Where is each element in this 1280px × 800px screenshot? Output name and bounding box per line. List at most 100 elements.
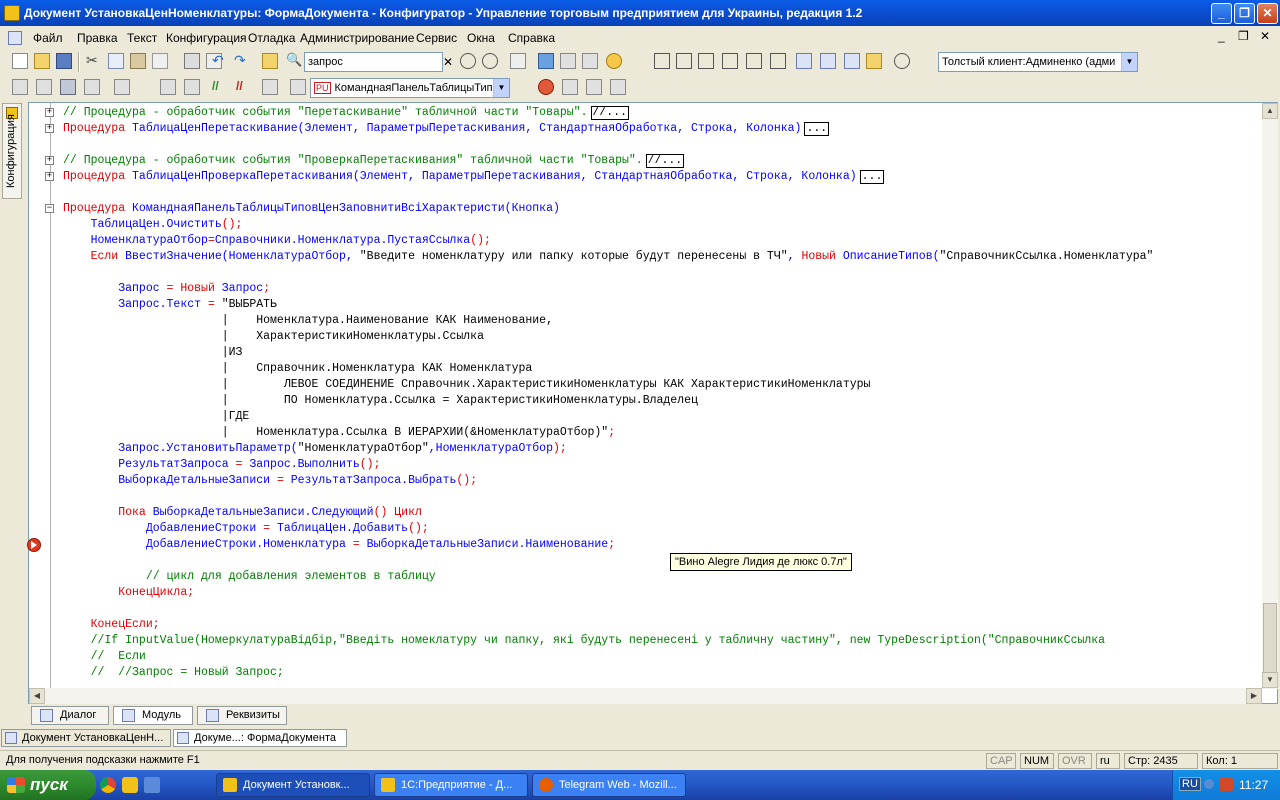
comment-icon[interactable]: //: [212, 79, 228, 95]
paste-icon[interactable]: [130, 53, 146, 69]
object-icon[interactable]: [84, 79, 100, 95]
delete-icon[interactable]: [152, 53, 168, 69]
scroll-down-icon[interactable]: ▼: [1262, 672, 1278, 688]
syntax-check-icon[interactable]: [538, 53, 554, 69]
collapse-icon[interactable]: −: [45, 204, 54, 213]
menu-configuration[interactable]: Конфигурация: [166, 31, 247, 45]
code-line[interactable]: КонецЕсли;: [63, 617, 160, 633]
menu-windows[interactable]: Окна: [467, 31, 495, 45]
mdi-minimize-button[interactable]: _: [1218, 29, 1225, 43]
indent-icon[interactable]: [746, 53, 762, 69]
module-structure-icon[interactable]: [582, 53, 598, 69]
start-button[interactable]: пуск: [0, 770, 96, 800]
vertical-scrollbar[interactable]: [1262, 103, 1278, 689]
redo-icon[interactable]: ↷: [234, 53, 250, 69]
search-clear-icon[interactable]: ✕: [441, 52, 455, 72]
code-line[interactable]: НоменклатураОтбор=Справочники.Номенклату…: [63, 233, 491, 249]
mdi-restore-button[interactable]: ❐: [1238, 29, 1249, 43]
move-block-icon[interactable]: [698, 53, 714, 69]
breakpoint-icon[interactable]: [538, 79, 554, 95]
find-next-icon[interactable]: [482, 53, 498, 69]
settings-icon[interactable]: [866, 53, 882, 69]
expand-icon[interactable]: +: [45, 124, 54, 133]
code-line[interactable]: Процедура ТаблицаЦенПроверкаПеретаскиван…: [63, 169, 885, 185]
info-icon[interactable]: [606, 53, 622, 69]
breakpoint-current-line-icon[interactable]: [27, 538, 41, 552]
wizard-icon[interactable]: [262, 79, 278, 95]
outdent-icon[interactable]: [770, 53, 786, 69]
search-input[interactable]: запрос: [304, 52, 443, 72]
expand-icon[interactable]: +: [45, 108, 54, 117]
code-line[interactable]: // //Запрос = Новый Запрос;: [63, 665, 284, 681]
format-icon[interactable]: [160, 79, 176, 95]
language-indicator[interactable]: RU: [1179, 777, 1201, 791]
vertical-scroll-thumb[interactable]: [1263, 603, 1277, 673]
code-line[interactable]: // Если: [63, 649, 146, 665]
debug-continue-icon[interactable]: [586, 79, 602, 95]
scroll-right-icon[interactable]: ▶: [1246, 688, 1262, 704]
code-line[interactable]: //If InputValue(НомеркулатураВідбір,"Вве…: [63, 633, 1105, 649]
timer-icon[interactable]: [894, 53, 910, 69]
task-firefox[interactable]: Telegram Web - Mozill...: [532, 773, 686, 797]
open-folder-icon[interactable]: [34, 53, 50, 69]
block-end-icon[interactable]: [676, 53, 692, 69]
expand-icon[interactable]: +: [45, 172, 54, 181]
chevron-down-icon[interactable]: ▼: [1121, 53, 1137, 71]
code-line[interactable]: | Номенклатура.Наименование КАК Наименов…: [63, 313, 553, 329]
uncomment-icon[interactable]: //: [236, 79, 252, 95]
code-line[interactable]: | Справочник.Номенклатура КАК Номенклату…: [63, 361, 533, 377]
show-desktop-icon[interactable]: [144, 777, 160, 793]
code-line[interactable]: // Процедура - обработчик события "Перет…: [63, 105, 630, 121]
code-line[interactable]: ВыборкаДетальныеЗаписи = РезультатЗапрос…: [63, 473, 477, 489]
find-in-files-icon[interactable]: [262, 53, 278, 69]
form-icon[interactable]: [36, 79, 52, 95]
menu-help[interactable]: Справка: [508, 31, 555, 45]
braces-icon[interactable]: [722, 53, 738, 69]
code-line[interactable]: | ХарактеристикиНоменклатуры.Ссылка: [63, 329, 484, 345]
code-line[interactable]: Запрос = Новый Запрос;: [63, 281, 270, 297]
undo-icon[interactable]: ↶: [212, 53, 228, 69]
maximize-button[interactable]: ❐: [1234, 3, 1255, 24]
new-file-icon[interactable]: [12, 53, 28, 69]
tab-attributes[interactable]: Реквизиты: [197, 706, 287, 725]
code-line[interactable]: |ГДЕ: [63, 409, 250, 425]
window-tab-form[interactable]: Докуме...: ФормаДокумента: [173, 729, 347, 747]
tab-dialog[interactable]: Диалог: [31, 706, 109, 725]
menu-administration[interactable]: Администрирование: [300, 31, 414, 45]
window-icon[interactable]: [796, 53, 812, 69]
expand-icon[interactable]: +: [45, 156, 54, 165]
menu-service[interactable]: Сервис: [416, 31, 457, 45]
menu-debug[interactable]: Отладка: [248, 31, 295, 45]
task-enterprise[interactable]: 1С:Предприятие - Д...: [374, 773, 528, 797]
window-tab-document[interactable]: Документ УстановкаЦенН...: [1, 729, 171, 747]
code-line[interactable]: Запрос.УстановитьПараметр("НоменклатураО…: [63, 441, 567, 457]
editor-gutter[interactable]: [29, 103, 45, 703]
close-button[interactable]: ✕: [1257, 3, 1278, 24]
block-start-icon[interactable]: [654, 53, 670, 69]
code-line[interactable]: ТаблицаЦен.Очистить();: [63, 217, 243, 233]
properties-icon[interactable]: [114, 79, 130, 95]
database-icon[interactable]: [60, 79, 76, 95]
code-editor[interactable]: // Процедура - обработчик события "Перет…: [28, 102, 1278, 704]
module-select[interactable]: PU КоманднаяПанельТаблицыТип ▼: [310, 78, 510, 98]
minimize-button[interactable]: _: [1211, 3, 1232, 24]
code-line[interactable]: ДобавлениеСтроки.Номенклатура = ВыборкаД…: [63, 537, 615, 553]
code-line[interactable]: // Процедура - обработчик события "Прове…: [63, 153, 685, 169]
scroll-left-icon[interactable]: ◀: [29, 688, 45, 704]
debug-stop-icon[interactable]: [610, 79, 626, 95]
collapsed-block-marker[interactable]: ...: [859, 170, 885, 184]
cut-icon[interactable]: ✂: [86, 53, 102, 69]
code-line[interactable]: // цикл для добавления элементов в табли…: [63, 569, 436, 585]
network-icon[interactable]: [1219, 778, 1233, 791]
1c-quick-icon[interactable]: [122, 777, 138, 793]
debug-step-icon[interactable]: [562, 79, 578, 95]
code-line[interactable]: ДобавлениеСтроки = ТаблицаЦен.Добавить()…: [63, 521, 429, 537]
horizontal-scrollbar[interactable]: [29, 688, 1262, 704]
client-select[interactable]: Толстый клиент:Админенко (адми ▼: [938, 52, 1138, 72]
procedure-icon[interactable]: [290, 79, 306, 95]
chevron-down-icon[interactable]: ▼: [493, 79, 509, 97]
save-icon[interactable]: [56, 53, 72, 69]
code-line[interactable]: Запрос.Текст = "ВЫБРАТЬ: [63, 297, 277, 313]
menu-text[interactable]: Текст: [127, 31, 157, 45]
code-line[interactable]: |ИЗ: [63, 345, 243, 361]
